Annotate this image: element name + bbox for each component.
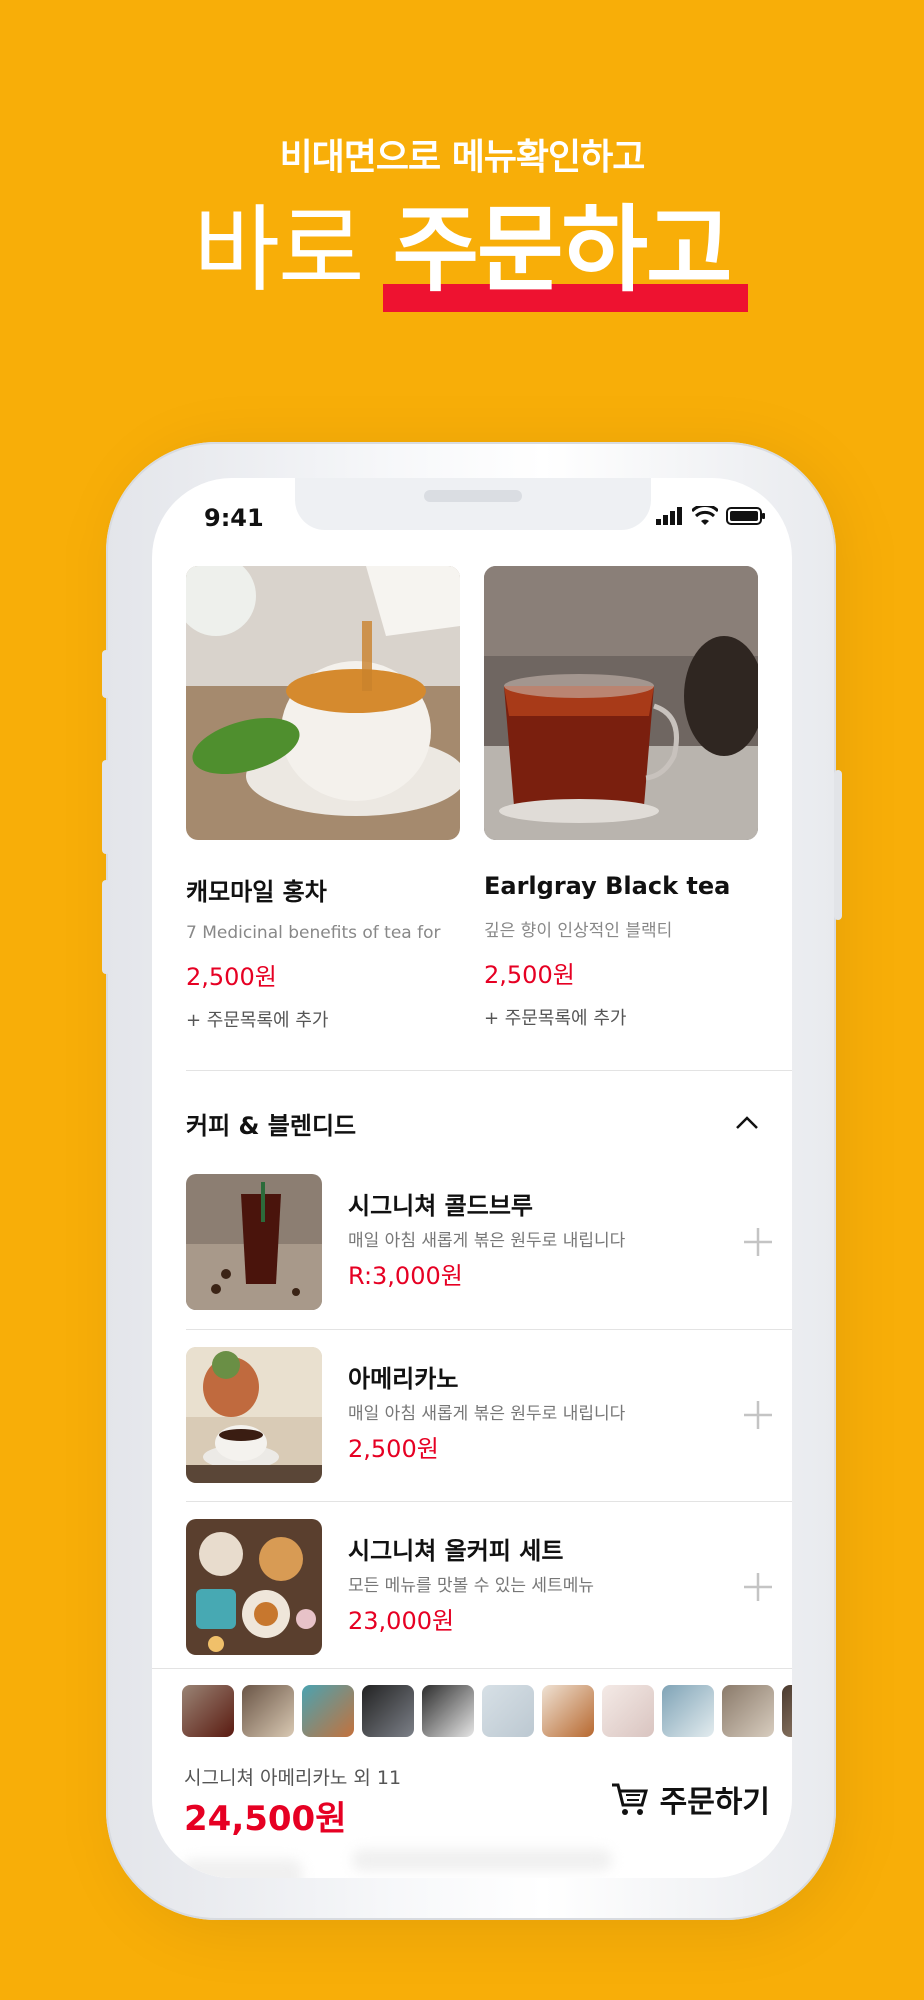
notch: [295, 478, 651, 530]
menu-item-price: R:3,000원: [348, 1262, 463, 1290]
cart-item-strip[interactable]: [182, 1685, 792, 1737]
item-divider: [186, 1329, 792, 1330]
status-icons: [656, 506, 766, 526]
earlgray-tea-image: [484, 566, 758, 840]
cart-thumbnail[interactable]: [662, 1685, 714, 1737]
headline-title: 바로 주문하고: [0, 196, 924, 312]
section-title: 커피 & 블렌디드: [186, 1112, 357, 1140]
americano-thumbnail: [186, 1347, 322, 1483]
add-to-order-link[interactable]: + 주문목록에 추가: [484, 1004, 758, 1030]
cart-thumbnail[interactable]: [542, 1685, 594, 1737]
menu-item-price: 23,000원: [348, 1607, 455, 1635]
status-time: 9:41: [204, 504, 264, 532]
chamomile-tea-image: [186, 566, 460, 840]
chevron-up-icon[interactable]: [732, 1108, 762, 1138]
plus-icon[interactable]: [742, 1399, 774, 1431]
cart-thumbnail[interactable]: [422, 1685, 474, 1737]
order-button[interactable]: 주문하기: [610, 1777, 770, 1821]
headline-title-bold: 주문하고: [382, 196, 749, 312]
featured-price: 2,500원: [186, 963, 277, 991]
menu-item-name: 시그니쳐 올커피 세트: [348, 1537, 564, 1565]
phone-side-button: [834, 770, 842, 920]
cart-thumbnail[interactable]: [722, 1685, 774, 1737]
speaker: [424, 490, 522, 502]
cart-thumbnail[interactable]: [242, 1685, 294, 1737]
featured-price: 2,500원: [484, 961, 575, 989]
menu-item[interactable]: 아메리카노 매일 아침 새롭게 볶은 원두로 내립니다 2,500원: [186, 1347, 792, 1520]
cart-icon: [611, 1783, 648, 1815]
phone-side-button: [102, 880, 110, 974]
wifi-icon: [692, 506, 718, 525]
cart-thumbnail[interactable]: [182, 1685, 234, 1737]
set-menu-thumbnail: [186, 1519, 322, 1655]
featured-card-earlgray[interactable]: Earlgray Black tea 깊은 향이 인상적인 블랙티 2,500원…: [484, 566, 758, 1030]
battery-icon: [726, 507, 765, 525]
cart-summary: 시그니쳐 아메리카노 외 11: [184, 1767, 402, 1789]
order-button-label: 주문하기: [659, 1785, 770, 1820]
featured-name: 캐모마일 홍차: [186, 878, 327, 906]
blurred-content: [352, 1849, 612, 1871]
menu-item-name: 시그니쳐 콜드브루: [348, 1192, 533, 1220]
headline-title-thin: 바로: [193, 196, 365, 305]
menu-item[interactable]: 시그니쳐 콜드브루 매일 아침 새롭게 볶은 원두로 내립니다 R:3,000원: [186, 1174, 792, 1347]
cart-panel: 시그니쳐 아메리카노 외 11 24,500원 주문하기: [152, 1668, 792, 1878]
phone-screen: 9:41 캐모마일 홍차 7 Medicinal benefits of tea…: [152, 478, 792, 1878]
menu-item-desc: 모든 메뉴를 맛볼 수 있는 세트메뉴: [348, 1576, 594, 1596]
add-to-order-link[interactable]: + 주문목록에 추가: [186, 1006, 460, 1032]
cart-thumbnail[interactable]: [362, 1685, 414, 1737]
plus-icon[interactable]: [742, 1226, 774, 1258]
phone-side-button: [102, 650, 110, 698]
menu-item-desc: 매일 아침 새롭게 볶은 원두로 내립니다: [348, 1231, 626, 1251]
cart-thumbnail[interactable]: [602, 1685, 654, 1737]
cart-thumbnail[interactable]: [482, 1685, 534, 1737]
featured-card-chamomile[interactable]: 캐모마일 홍차 7 Medicinal benefits of tea for …: [186, 566, 460, 1032]
cold-brew-thumbnail: [186, 1174, 322, 1310]
phone-side-button: [102, 760, 110, 854]
blurred-content: [182, 1859, 302, 1878]
plus-icon[interactable]: [742, 1571, 774, 1603]
cart-total: 24,500원: [184, 1799, 347, 1839]
cart-thumbnail[interactable]: [782, 1685, 792, 1737]
headline-subtitle: 비대면으로 메뉴확인하고: [279, 137, 646, 178]
cart-thumbnail[interactable]: [302, 1685, 354, 1737]
menu-item-price: 2,500원: [348, 1435, 439, 1463]
menu-item-desc: 매일 아침 새롭게 볶은 원두로 내립니다: [348, 1404, 626, 1424]
menu-item[interactable]: 시그니쳐 올커피 세트 모든 메뉴를 맛볼 수 있는 세트메뉴 23,000원: [186, 1519, 792, 1692]
featured-desc: 깊은 향이 인상적인 블랙티: [484, 921, 673, 941]
item-divider: [186, 1501, 792, 1502]
featured-name: Earlgray Black tea: [484, 872, 731, 900]
signal-icon: [656, 507, 682, 525]
section-divider: [186, 1070, 792, 1071]
featured-desc: 7 Medicinal benefits of tea for: [186, 923, 441, 943]
menu-item-name: 아메리카노: [348, 1365, 459, 1393]
